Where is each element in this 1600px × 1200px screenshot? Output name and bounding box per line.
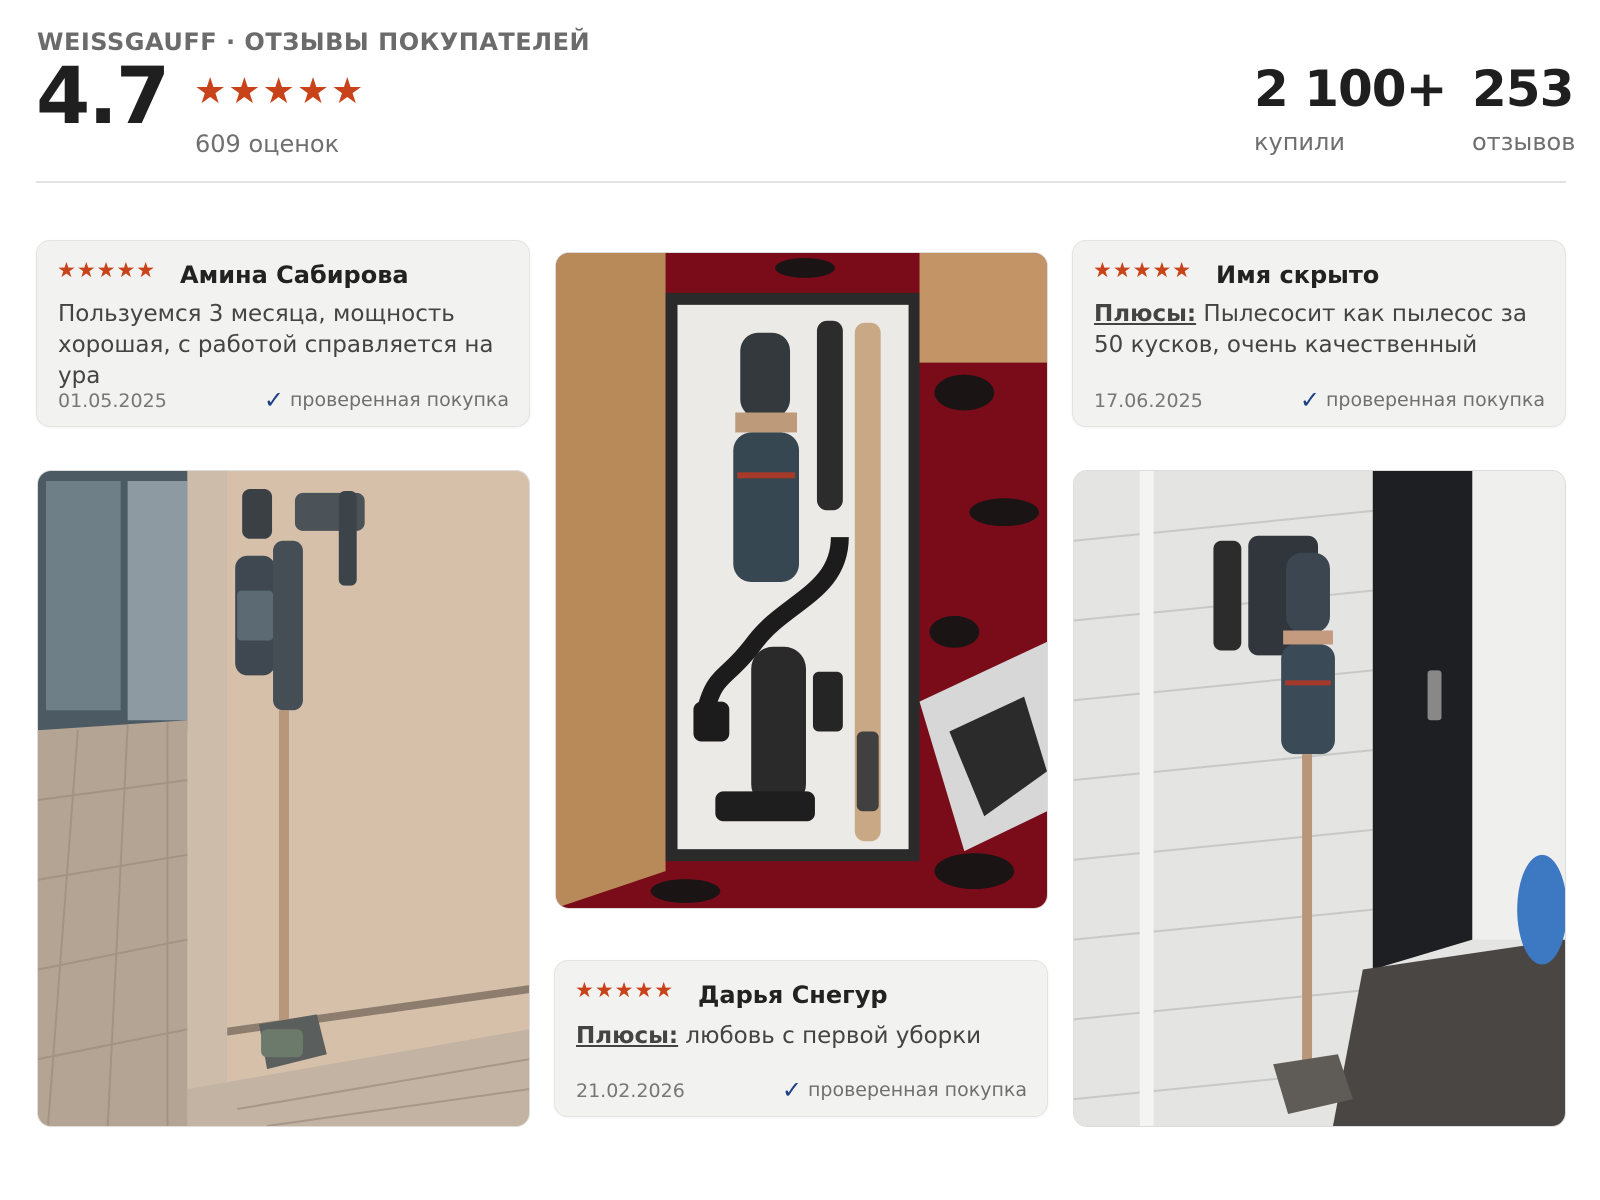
verified-badge: ✓ проверенная покупка: [782, 1078, 1027, 1102]
stat-bought-label: купили: [1254, 128, 1345, 156]
stat-reviews: 253 отзывов: [1472, 64, 1575, 156]
average-score: 4.7: [36, 52, 170, 142]
review-plus-label: Плюсы:: [576, 1023, 679, 1049]
stat-reviews-value: 253: [1472, 60, 1574, 118]
verified-label: проверенная покупка: [1325, 389, 1545, 411]
review-stars: ★★★★★: [575, 978, 675, 1002]
verified-badge: ✓ проверенная покупка: [1300, 388, 1545, 412]
review-text-body: Пользуемся 3 месяца, мощность хорошая, с…: [58, 301, 494, 389]
header-divider: [36, 181, 1566, 183]
verified-label: проверенная покупка: [807, 1079, 1027, 1101]
ratings-count: 609 оценок: [195, 130, 340, 158]
review-text: Плюсы: Пылесосит как пылесос за 50 куско…: [1094, 299, 1547, 361]
verified-badge: ✓ проверенная покупка: [264, 388, 509, 412]
review-photo[interactable]: [555, 252, 1048, 909]
review-card[interactable]: ★★★★★ Амина Сабирова Пользуемся 3 месяца…: [36, 240, 530, 427]
box-photo-image: [556, 253, 1047, 908]
review-text: Плюсы: любовь с первой уборки: [576, 1021, 1029, 1052]
review-date: 17.06.2025: [1094, 390, 1203, 412]
review-photo[interactable]: [1073, 470, 1566, 1127]
review-card[interactable]: ★★★★★ Имя скрыто Плюсы: Пылесосит как пы…: [1072, 240, 1566, 427]
review-stars: ★★★★★: [1093, 258, 1193, 282]
review-plus-label: Плюсы:: [1094, 301, 1197, 327]
review-photo[interactable]: [37, 470, 530, 1127]
rating-stars: ★★★★★: [194, 71, 366, 112]
review-date: 21.02.2026: [576, 1080, 685, 1102]
verified-label: проверенная покупка: [289, 389, 509, 411]
vacuum-photo-image: [38, 471, 529, 1126]
stat-bought-value: 2 100+: [1254, 60, 1447, 118]
review-text: Пользуемся 3 месяца, мощность хорошая, с…: [58, 299, 511, 392]
review-card[interactable]: ★★★★★ Дарья Снегур Плюсы: любовь с перво…: [554, 960, 1048, 1117]
checkmark-icon: ✓: [781, 1076, 802, 1104]
review-stars: ★★★★★: [57, 258, 157, 282]
checkmark-icon: ✓: [1299, 386, 1320, 414]
stat-reviews-label: отзывов: [1472, 128, 1576, 156]
checkmark-icon: ✓: [263, 386, 284, 414]
review-text-body: любовь с первой уборки: [678, 1023, 982, 1049]
review-author: Имя скрыто: [1216, 261, 1380, 289]
review-author: Амина Сабирова: [180, 261, 409, 289]
stat-bought: 2 100+ купили: [1254, 60, 1447, 156]
review-date: 01.05.2025: [58, 390, 167, 412]
vacuum-wall-photo-image: [1074, 471, 1565, 1126]
review-author: Дарья Снегур: [698, 981, 888, 1009]
